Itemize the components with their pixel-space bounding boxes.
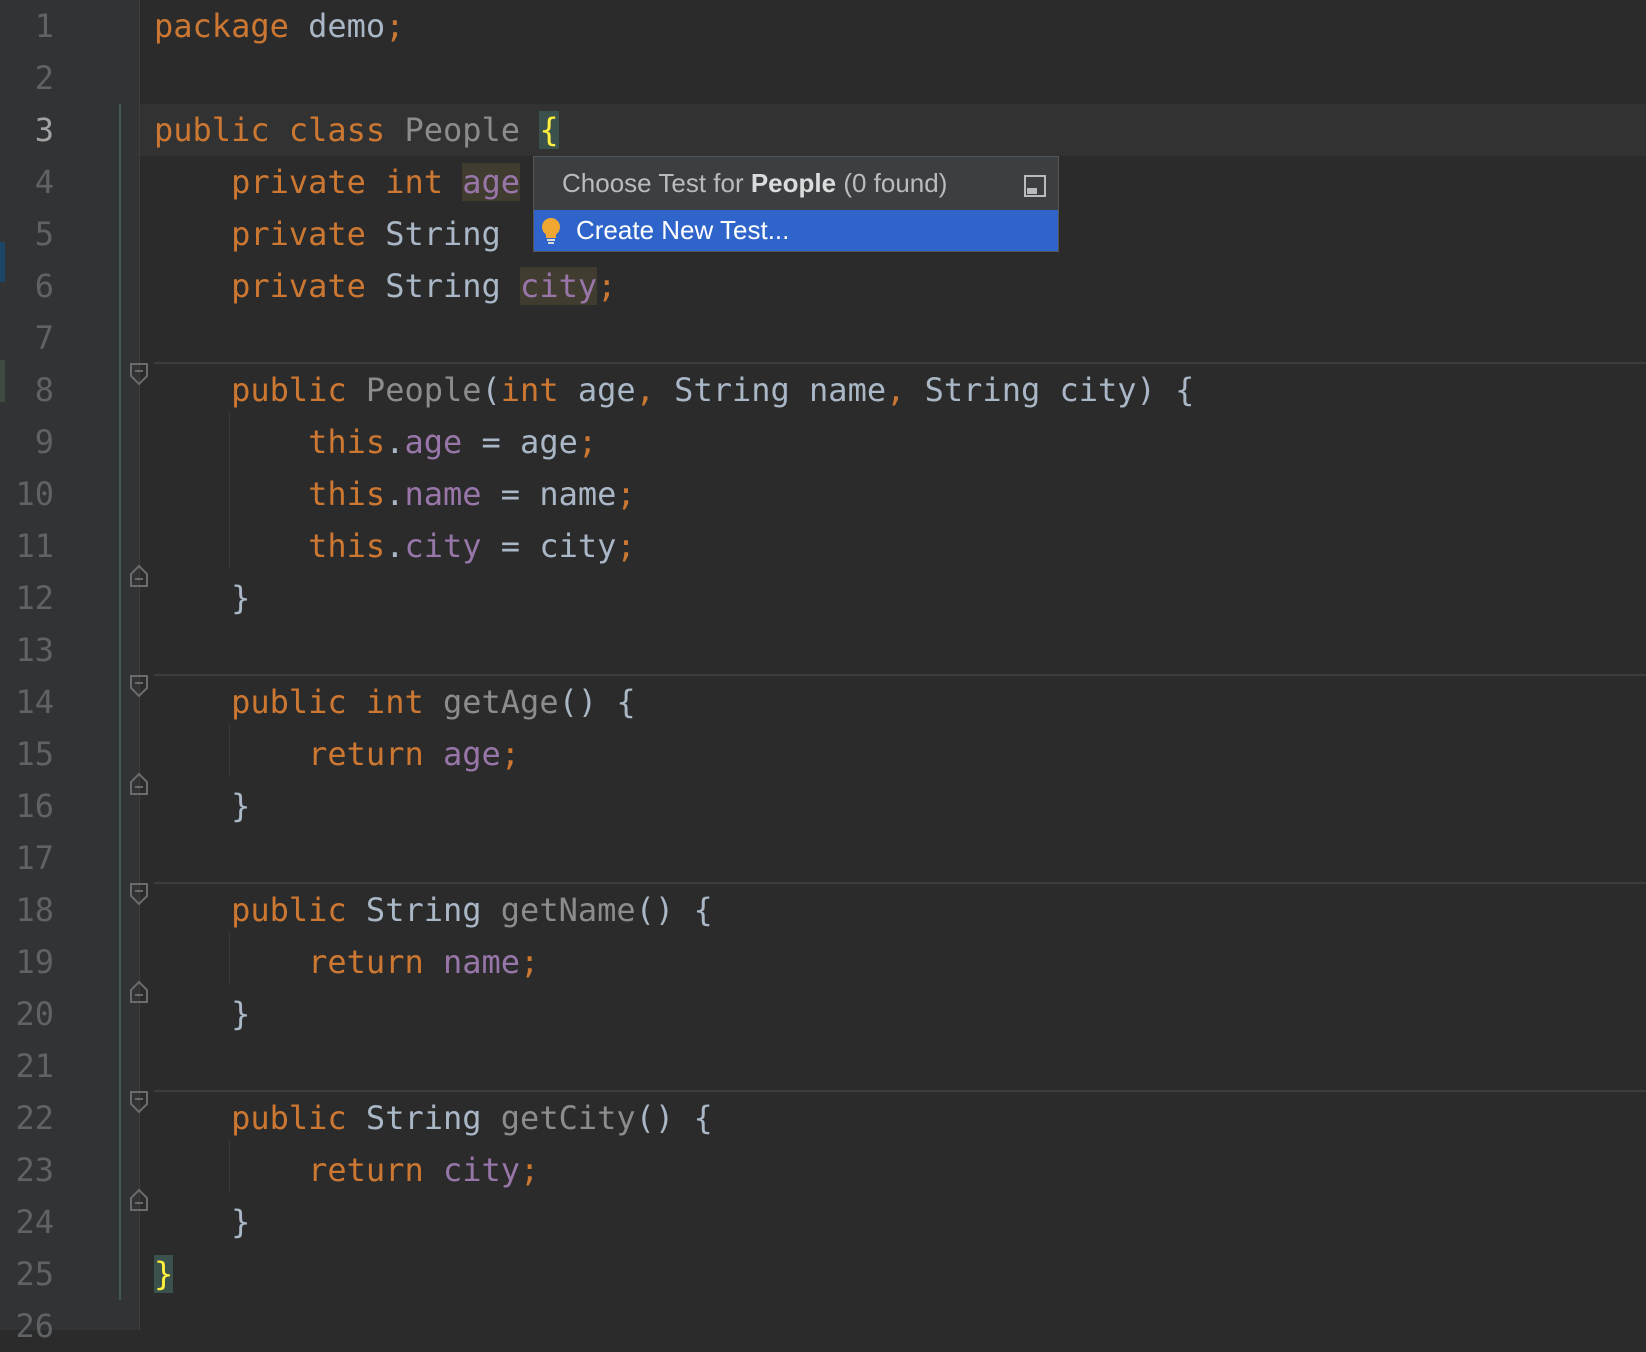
line-number: 19 [15,943,54,981]
code-line-1: package demo; [154,7,405,45]
code-line-11: this.city = city; [154,527,636,565]
popup-title: Choose Test for People (0 found) [562,168,948,198]
line-number: 2 [34,59,54,97]
line-number: 26 [15,1307,54,1345]
code-line-25: } [154,1248,174,1300]
code-line-20: } [154,995,251,1033]
code-line-12: } [154,579,251,617]
line-number: 22 [15,1099,54,1137]
code-line-10: this.name = name; [154,475,636,513]
code-line-22: public String getCity() { [154,1099,713,1137]
code-line-9: this.age = age; [154,423,598,461]
line-number: 23 [15,1151,54,1189]
line-number: 11 [15,527,54,565]
matched-brace: } [154,1255,174,1293]
line-number: 14 [15,683,54,721]
code-line-16: } [154,787,251,825]
pin-icon[interactable] [1024,173,1046,197]
line-number: 17 [15,839,54,877]
code-line-4: private int age [154,163,521,201]
line-number: 10 [15,475,54,513]
line-number: 4 [34,163,54,201]
scope-indicator [119,104,121,1300]
gutter-divider [139,0,140,1330]
code-line-15: return age; [154,735,521,773]
fold-end-icon[interactable] [129,1188,149,1212]
line-number: 1 [34,7,54,45]
code-line-24: } [154,1203,251,1241]
fold-end-icon[interactable] [129,980,149,1004]
code-line-19: return name; [154,943,540,981]
fold-collapse-icon[interactable] [129,362,149,386]
line-number: 3 [34,111,54,149]
code-line-23: return city; [154,1151,540,1189]
fold-collapse-icon[interactable] [129,882,149,906]
line-number: 8 [34,371,54,409]
matched-brace: { [539,111,559,149]
bulb-icon [540,216,562,246]
line-number: 20 [15,995,54,1033]
code-line-5: private String [154,215,521,253]
fold-end-icon[interactable] [129,564,149,588]
line-number: 5 [34,215,54,253]
line-number: 16 [15,787,54,825]
code-line-3: public class People { [154,111,559,149]
create-new-test-item[interactable]: Create New Test... [534,210,1058,251]
line-number: 7 [34,319,54,357]
line-number: 12 [15,579,54,617]
fold-end-icon[interactable] [129,772,149,796]
code-line-18: public String getName() { [154,891,713,929]
line-number: 13 [15,631,54,669]
line-number: 6 [34,267,54,305]
code-line-14: public int getAge() { [154,683,636,721]
line-number: 24 [15,1203,54,1241]
create-new-test-label: Create New Test... [576,215,790,245]
choose-test-popup[interactable]: Choose Test for People (0 found) Create … [533,156,1059,252]
line-number: 21 [15,1047,54,1085]
code-line-8: public People(int age, String name, Stri… [154,371,1195,409]
line-number: 25 [15,1255,54,1293]
line-number: 18 [15,891,54,929]
line-number: 15 [15,735,54,773]
fold-collapse-icon[interactable] [129,674,149,698]
fold-collapse-icon[interactable] [129,1090,149,1114]
line-number: 9 [34,423,54,461]
code-line-6: private String city; [154,267,617,305]
